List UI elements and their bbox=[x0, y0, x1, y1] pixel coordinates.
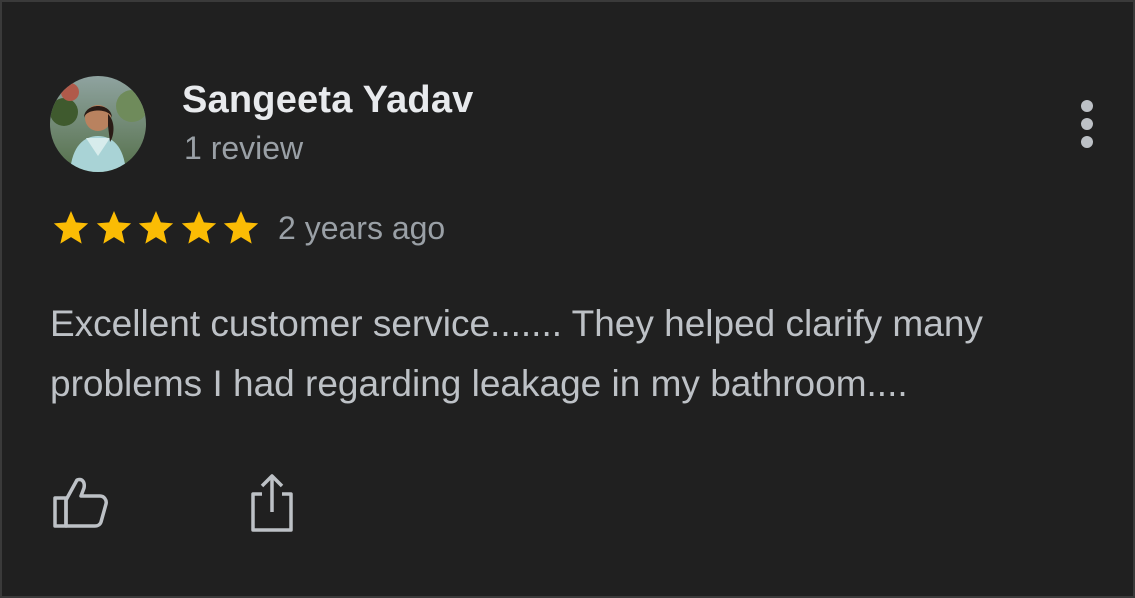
star-icon bbox=[223, 211, 259, 244]
share-button[interactable] bbox=[246, 472, 298, 534]
star-icon bbox=[181, 211, 216, 244]
star-icon bbox=[138, 211, 174, 244]
more-vert-icon-dot bbox=[1081, 136, 1093, 148]
review-time: 2 years ago bbox=[278, 210, 446, 246]
more-options-button[interactable] bbox=[1068, 94, 1108, 154]
more-vert-icon bbox=[1081, 100, 1093, 112]
star-icon bbox=[96, 211, 131, 244]
more-vert-icon-dot bbox=[1081, 118, 1093, 130]
share-icon bbox=[251, 474, 293, 532]
avatar-photo-icon bbox=[50, 76, 146, 172]
star-rating bbox=[50, 208, 263, 248]
reviewer-name[interactable]: Sangeeta Yadav bbox=[182, 79, 474, 122]
like-button[interactable] bbox=[50, 474, 110, 530]
reviewer-review-count: 1 review bbox=[184, 130, 304, 166]
star-icon bbox=[53, 211, 89, 244]
reviewer-avatar[interactable] bbox=[50, 76, 146, 172]
thumb-up-icon bbox=[53, 477, 108, 528]
review-card: Sangeeta Yadav 1 review 2 years ago Exce… bbox=[0, 0, 1135, 598]
review-text: Excellent customer service....... They h… bbox=[50, 303, 983, 404]
